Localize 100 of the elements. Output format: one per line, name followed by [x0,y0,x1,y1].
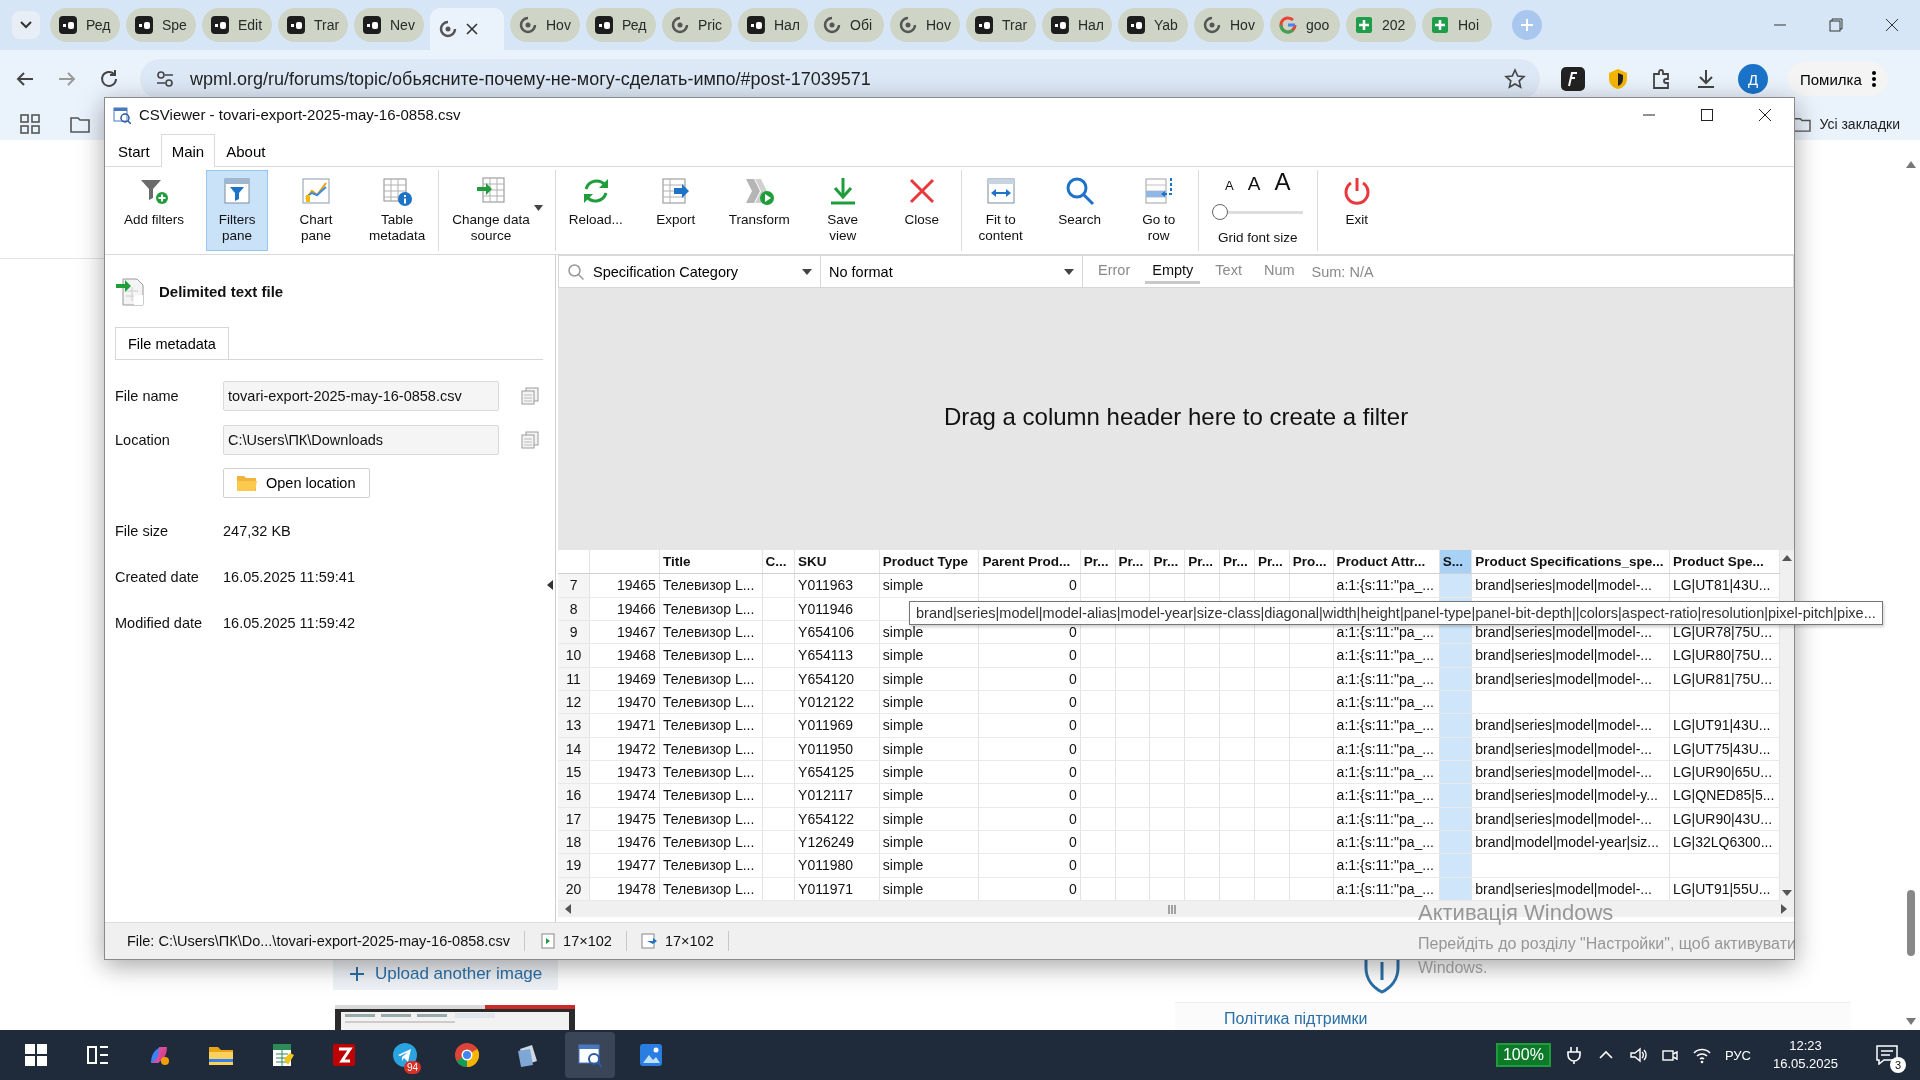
menu-tab[interactable]: Start [107,134,161,167]
filter-type-tab[interactable]: Empty [1145,259,1201,284]
column-header[interactable]: Pro... [1289,550,1334,574]
menu-tab[interactable]: About [215,134,277,167]
column-header[interactable]: S... [1439,550,1472,574]
folder-icon[interactable] [70,115,90,133]
profile-avatar[interactable]: Д [1738,64,1768,94]
column-header[interactable]: Pr... [1080,550,1116,574]
taskbar-app[interactable]: 94 [380,1032,430,1078]
star-icon[interactable] [1504,68,1526,90]
taskbar-app[interactable] [564,1032,615,1078]
input-field[interactable]: tovari-export-2025-may-16-0858.csv [223,381,499,411]
browser-tab[interactable]: Обі [814,8,884,42]
browser-tab[interactable]: Trar [278,8,348,42]
table-metadata-button[interactable]: Table metadata [364,170,431,251]
maximize-icon[interactable] [1700,107,1714,122]
scrollbar[interactable] [1904,160,1918,1026]
apps-grid-icon[interactable] [20,114,40,134]
column-header[interactable]: Pr... [1219,550,1255,574]
metadata-tab[interactable]: File metadata [115,327,229,359]
browser-tab[interactable]: Hov [1194,8,1264,42]
chart-pane-button[interactable]: Chart pane [285,170,348,251]
input-field[interactable]: C:\Users\ПК\Downloads [223,425,499,455]
collapse-arrow-icon[interactable] [547,580,553,590]
open-location-button[interactable]: Open location [223,468,371,498]
export-button[interactable]: Export [644,170,707,251]
search-button[interactable]: Search [1048,170,1111,251]
browser-tab[interactable]: Pric [662,8,732,42]
wifi-icon[interactable] [1692,1046,1711,1064]
fit-to-content-button[interactable]: Fit to content [969,170,1032,251]
filter-type-tab[interactable]: Text [1208,259,1249,284]
filter-type-tab[interactable]: Num [1256,259,1302,284]
browser-tab[interactable]: Hov [890,8,960,42]
scroll-left-icon[interactable] [564,904,571,914]
language-indicator[interactable]: РУС [1724,1047,1751,1063]
browser-tab[interactable]: Ред [50,8,120,42]
scroll-down-icon[interactable] [1782,890,1793,897]
column-header[interactable]: Title [659,550,763,574]
column-header[interactable]: Product Attr... [1333,550,1440,574]
browser-tab[interactable]: Yab [1118,8,1188,42]
transform-button[interactable]: Transform [723,170,795,251]
close-icon[interactable] [1885,18,1899,32]
font-size-letter[interactable]: A [1247,176,1261,192]
browser-tab[interactable] [430,8,504,50]
browser-tab[interactable]: Nev [354,8,424,42]
scroll-up-icon[interactable] [1906,160,1916,168]
close-icon[interactable] [1758,107,1772,122]
column-header[interactable]: Pr... [1149,550,1185,574]
column-header[interactable]: C... [762,550,795,574]
browser-tab[interactable]: 202 [1346,8,1416,42]
column-header[interactable]: Pr... [1115,550,1150,574]
battery-indicator[interactable]: 100% [1495,1043,1551,1067]
restore-icon[interactable] [1829,18,1843,32]
font-size-slider[interactable] [1212,204,1303,220]
browser-tab[interactable]: Нал [738,8,808,42]
menu-tab[interactable]: Main [160,134,216,167]
font-size-letter[interactable]: A [1274,174,1291,190]
column-header[interactable]: Product Specifications_spe... [1471,550,1670,574]
notifications-button[interactable]: 3 [1868,1037,1906,1073]
upload-button[interactable]: Upload another image [333,958,559,990]
browser-tab[interactable]: Hov [510,8,580,42]
browser-tab[interactable]: Ноі [1422,8,1492,42]
scroll-right-icon[interactable] [1781,904,1788,914]
reload-icon[interactable] [98,68,120,90]
column-header[interactable]: Pr... [1184,550,1220,574]
add-filters-button[interactable]: Add filters [119,170,190,251]
address-bar[interactable]: wpml.org/ru/forums/topic/обьясните-почему-не-могу-сделать-импо/#post-17039571 [140,59,1540,99]
speaker-icon[interactable] [1628,1046,1647,1064]
scroll-thumb[interactable] [1907,890,1915,956]
column-header[interactable]: Pr... [1254,550,1290,574]
browser-tab[interactable]: Trar [966,8,1036,42]
go-to-row-button[interactable]: Go to row [1127,170,1190,251]
scroll-grip-icon[interactable] [1168,905,1176,914]
tab-search-button[interactable] [12,11,40,39]
column-header[interactable]: Product Type [879,550,979,574]
column-header[interactable]: Product Spe... [1669,550,1780,574]
browser-tab[interactable]: Нал [1042,8,1112,42]
browser-tab[interactable]: goo [1270,8,1340,42]
change-data-source-button[interactable]: Change data source [447,170,547,251]
save-view-button[interactable]: Save view [811,170,874,251]
site-settings-icon[interactable] [154,68,176,90]
support-policy-link[interactable]: Політика підтримки [1224,1010,1368,1028]
font-size-letter[interactable]: A [1225,178,1234,194]
plug-icon[interactable] [1564,1046,1583,1064]
error-button[interactable]: Помилка [1788,62,1888,96]
column-header[interactable]: SKU [794,550,880,574]
filters-pane-button[interactable]: Filters pane [206,170,269,251]
exit-button[interactable]: Exit [1325,170,1388,251]
caret-icon[interactable] [533,205,543,211]
close-button[interactable]: Close [890,170,953,251]
scroll-up-icon[interactable] [1782,554,1793,561]
extension-f-icon[interactable] [1560,66,1586,92]
browser-tab[interactable]: Spe [126,8,196,42]
scroll-down-icon[interactable] [1906,1018,1916,1026]
column-header[interactable]: Parent Prod... [978,550,1081,574]
slider-thumb[interactable] [1211,204,1228,220]
browser-tab[interactable]: Ред [586,8,656,42]
browser-tab[interactable]: Edit [202,8,272,42]
reload-button[interactable]: Reload... [563,170,628,251]
shield-extension-icon[interactable] [1606,67,1630,91]
